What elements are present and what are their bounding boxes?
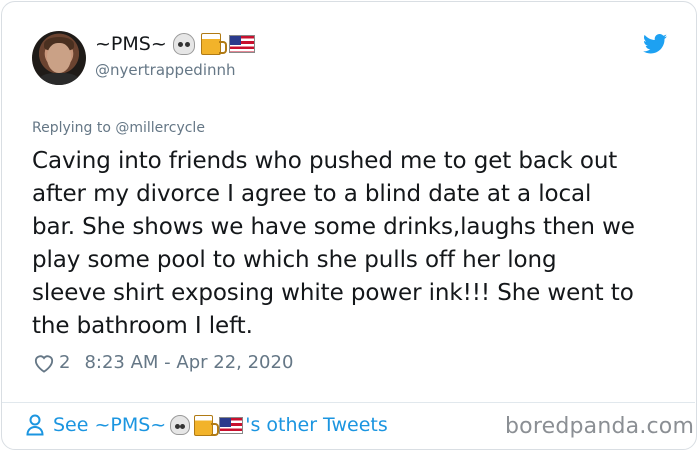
user-avatar[interactable] <box>32 31 86 85</box>
see-suffix-label[interactable]: 's other Tweets <box>245 414 388 436</box>
boredpanda-watermark: boredpanda.com <box>505 414 695 439</box>
footer-divider <box>2 402 695 403</box>
see-other-tweets-link[interactable]: See ~PMS~ 's other Tweets <box>26 414 388 436</box>
twitter-bird-icon[interactable] <box>643 34 667 54</box>
replying-to-label: Replying to @millercycle <box>32 120 205 136</box>
beer-mug-icon <box>194 414 220 436</box>
beer-mug-icon <box>200 33 227 55</box>
avatar-face <box>47 43 71 73</box>
tweet-meta: 2 8:23 AM - Apr 22, 2020 <box>33 352 293 373</box>
avatar-shirt <box>38 73 80 85</box>
display-name-row[interactable]: ~PMS~ <box>95 33 255 55</box>
skull-icon <box>172 33 195 55</box>
user-icon <box>26 414 44 436</box>
skull-icon <box>170 415 191 435</box>
us-flag-icon <box>219 416 244 434</box>
see-prefix-label[interactable]: See ~PMS~ <box>53 414 166 436</box>
tweet-text: Caving into friends who pushed me to get… <box>32 148 635 339</box>
user-handle[interactable]: @nyertrappedinnh <box>95 61 236 79</box>
like-count[interactable]: 2 <box>59 352 70 373</box>
us-flag-icon <box>228 35 255 53</box>
heart-icon[interactable] <box>33 353 55 373</box>
tweet-timestamp[interactable]: 8:23 AM - Apr 22, 2020 <box>84 352 293 373</box>
display-name[interactable]: ~PMS~ <box>95 33 167 55</box>
